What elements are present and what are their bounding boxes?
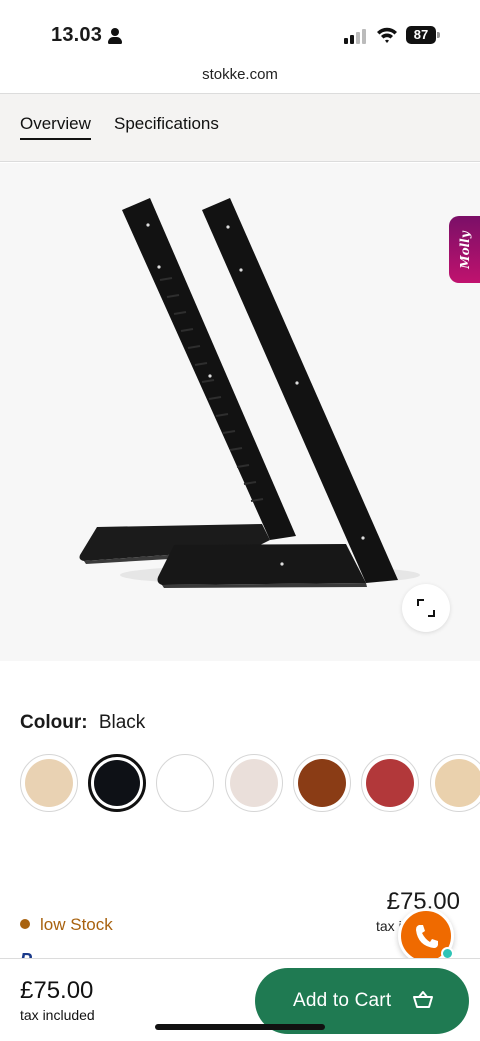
tab-overview[interactable]: Overview	[20, 114, 91, 140]
stock-dot	[20, 918, 30, 929]
person-icon	[108, 28, 122, 44]
call-button[interactable]	[398, 908, 454, 964]
home-indicator	[155, 1024, 325, 1030]
colour-selector-heading: Colour: Black	[20, 712, 145, 734]
add-to-cart-label: Add to Cart	[293, 990, 392, 1011]
colour-label: Colour:	[20, 712, 88, 733]
swatch-oak[interactable]	[430, 754, 480, 812]
stock-status: low Stock	[20, 915, 113, 935]
stock-label: low Stock	[40, 915, 113, 934]
url-bar[interactable]: stokke.com	[0, 66, 480, 83]
swatch-red[interactable]	[361, 754, 419, 812]
status-bar: 13.03 87	[0, 0, 480, 58]
status-time: 13.03	[51, 24, 103, 46]
selected-colour-name: Black	[98, 712, 146, 733]
section-tabs: Overview Specifications	[0, 93, 480, 162]
basket-icon	[413, 991, 433, 1008]
battery-icon: 87	[406, 26, 440, 44]
expand-icon	[417, 599, 435, 617]
molly-label: Molly	[457, 230, 472, 269]
battery-level: 87	[406, 26, 436, 44]
swatch-cherry[interactable]	[293, 754, 351, 812]
swatch-whitewash[interactable]	[225, 754, 283, 812]
zoom-button[interactable]	[402, 584, 450, 632]
bottom-price: £75.00	[20, 977, 94, 1004]
signal-icon	[344, 28, 368, 44]
swatch-white[interactable]	[156, 754, 214, 812]
bottom-tax-note: tax included	[20, 1007, 95, 1023]
colour-swatches	[20, 754, 480, 814]
swatch-black[interactable]	[88, 754, 146, 812]
molly-assistant-tab[interactable]: Molly	[449, 216, 480, 283]
wifi-icon	[377, 27, 397, 43]
swatch-natural[interactable]	[20, 754, 78, 812]
tab-specifications[interactable]: Specifications	[114, 114, 219, 134]
